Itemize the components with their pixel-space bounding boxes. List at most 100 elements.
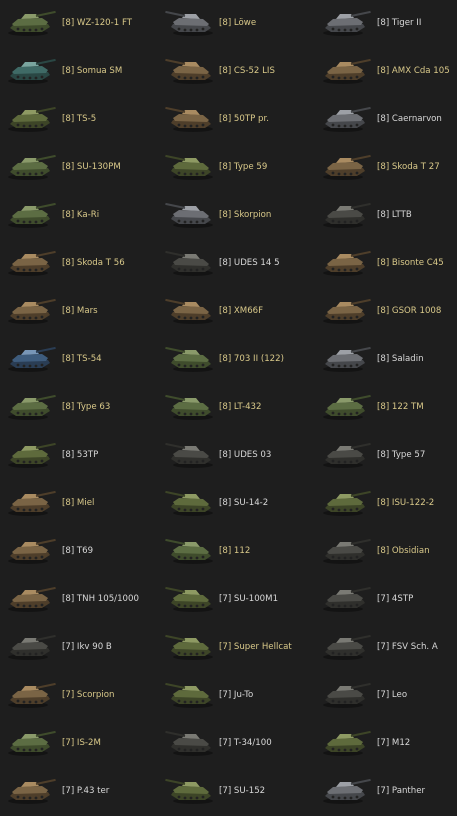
tank-name: [8] GSOR 1008 bbox=[377, 306, 442, 316]
tank-name: [8] WZ-120-1 FT bbox=[62, 18, 132, 28]
tank-entry[interactable]: [8] Type 63 bbox=[6, 384, 158, 432]
tank-name: [8] CS-52 LIS bbox=[219, 66, 275, 76]
tank-row: [8] TS-5 [8] 50TP pr. [8] Caernarvon bbox=[0, 96, 457, 144]
tank-camo-icon bbox=[163, 104, 215, 134]
tank-row: [7] IS-2M [7] T-34/100 [7] M12 bbox=[0, 720, 457, 768]
tank-name: [7] Ju-To bbox=[219, 690, 254, 700]
tank-entry[interactable]: [8] Obsidian bbox=[321, 528, 457, 576]
tank-entry[interactable]: [8] 703 II (122) bbox=[163, 336, 315, 384]
tank-name: [8] Ka-Ri bbox=[62, 210, 100, 220]
tank-entry[interactable]: [7] T-34/100 bbox=[163, 720, 315, 768]
tank-entry[interactable]: [8] Saladin bbox=[321, 336, 457, 384]
tank-row: [8] Ka-Ri [8] Skorpion [8] LTTB bbox=[0, 192, 457, 240]
tank-entry[interactable]: [8] Ka-Ri bbox=[6, 192, 158, 240]
tank-entry[interactable]: [8] GSOR 1008 bbox=[321, 288, 457, 336]
tank-entry[interactable]: [8] 50TP pr. bbox=[163, 96, 315, 144]
tank-olive-icon bbox=[321, 488, 373, 518]
tank-green-icon bbox=[6, 200, 58, 230]
tank-entry[interactable]: [8] T69 bbox=[6, 528, 158, 576]
tank-name: [7] IS-2M bbox=[62, 738, 101, 748]
tank-entry[interactable]: [8] Caernarvon bbox=[321, 96, 457, 144]
tank-dark-icon bbox=[321, 536, 373, 566]
tank-entry[interactable]: [7] 4STP bbox=[321, 576, 457, 624]
tank-row: [8] Somua SM [8] CS-52 LIS [8] AMX Cda 1… bbox=[0, 48, 457, 96]
tank-entry[interactable]: [8] Skoda T 27 bbox=[321, 144, 457, 192]
tank-name: [8] Type 57 bbox=[377, 450, 426, 460]
tank-name: [7] Panther bbox=[377, 786, 426, 796]
tank-entry[interactable]: [7] Scorpion bbox=[6, 672, 158, 720]
tank-name: [8] 703 II (122) bbox=[219, 354, 284, 364]
tank-blue-icon bbox=[6, 344, 58, 374]
tank-row: [8] TNH 105/1000 [7] SU-100M1 [7] 4STP bbox=[0, 576, 457, 624]
tank-camo-icon bbox=[321, 56, 373, 86]
tank-row: [8] 53TP [8] UDES 03 [8] Type 57 bbox=[0, 432, 457, 480]
tank-olive-icon bbox=[163, 776, 215, 806]
tank-entry[interactable]: [7] P.43 ter bbox=[6, 768, 158, 816]
tank-entry[interactable]: [7] Ju-To bbox=[163, 672, 315, 720]
tank-dark-icon bbox=[6, 632, 58, 662]
tank-camo-icon bbox=[321, 152, 373, 182]
tank-entry[interactable]: [8] TNH 105/1000 bbox=[6, 576, 158, 624]
tank-name: [8] LT-432 bbox=[219, 402, 262, 412]
tank-entry[interactable]: [8] Miel bbox=[6, 480, 158, 528]
tank-name: [8] XM66F bbox=[219, 306, 264, 316]
tank-row: [8] T69 [8] 112 [8] Obsidian bbox=[0, 528, 457, 576]
tank-dark-icon bbox=[321, 584, 373, 614]
tank-name: [8] 50TP pr. bbox=[219, 114, 269, 124]
tank-entry[interactable]: [7] FSV Sch. A bbox=[321, 624, 457, 672]
tank-name: [8] UDES 03 bbox=[219, 450, 272, 460]
tank-entry[interactable]: [8] WZ-120-1 FT bbox=[6, 0, 158, 48]
tank-entry[interactable]: [8] SU-14-2 bbox=[163, 480, 315, 528]
tank-entry[interactable]: [8] UDES 03 bbox=[163, 432, 315, 480]
tank-entry[interactable]: [8] 112 bbox=[163, 528, 315, 576]
tank-name: [8] T69 bbox=[62, 546, 94, 556]
tank-name: [7] 4STP bbox=[377, 594, 414, 604]
tank-entry[interactable]: [7] Super Hellcat bbox=[163, 624, 315, 672]
tank-name: [7] P.43 ter bbox=[62, 786, 110, 796]
tank-entry[interactable]: [8] 53TP bbox=[6, 432, 158, 480]
tank-grey-icon bbox=[321, 776, 373, 806]
tank-entry[interactable]: [8] Somua SM bbox=[6, 48, 158, 96]
tank-entry[interactable]: [7] Panther bbox=[321, 768, 457, 816]
tank-entry[interactable]: [7] SU-100M1 bbox=[163, 576, 315, 624]
tank-teal-icon bbox=[6, 56, 58, 86]
tank-entry[interactable]: [8] Mars bbox=[6, 288, 158, 336]
tank-entry[interactable]: [8] LT-432 bbox=[163, 384, 315, 432]
tank-entry[interactable]: [8] XM66F bbox=[163, 288, 315, 336]
tank-entry[interactable]: [8] Tiger II bbox=[321, 0, 457, 48]
tank-entry[interactable]: [7] M12 bbox=[321, 720, 457, 768]
tank-name: [8] Caernarvon bbox=[377, 114, 442, 124]
tank-entry[interactable]: [8] AMX Cda 105 bbox=[321, 48, 457, 96]
tank-entry[interactable]: [8] TS-54 bbox=[6, 336, 158, 384]
tank-entry[interactable]: [8] TS-5 bbox=[6, 96, 158, 144]
tank-entry[interactable]: [8] CS-52 LIS bbox=[163, 48, 315, 96]
tank-entry[interactable]: [8] ISU-122-2 bbox=[321, 480, 457, 528]
tank-entry[interactable]: [7] SU-152 bbox=[163, 768, 315, 816]
tank-name: [7] FSV Sch. A bbox=[377, 642, 438, 652]
tank-camo-icon bbox=[6, 680, 58, 710]
tank-entry[interactable]: [7] Leo bbox=[321, 672, 457, 720]
tank-name: [8] Bisonte C45 bbox=[377, 258, 444, 268]
tank-row: [8] Mars [8] XM66F [8] GSOR 1008 bbox=[0, 288, 457, 336]
tank-name: [8] ISU-122-2 bbox=[377, 498, 435, 508]
tank-entry[interactable]: [8] SU-130PM bbox=[6, 144, 158, 192]
tank-entry[interactable]: [8] Skoda T 56 bbox=[6, 240, 158, 288]
tank-entry[interactable]: [7] IS-2M bbox=[6, 720, 158, 768]
tank-entry[interactable]: [7] Ikv 90 B bbox=[6, 624, 158, 672]
tank-entry[interactable]: [8] 122 TM bbox=[321, 384, 457, 432]
tank-entry[interactable]: [8] Type 57 bbox=[321, 432, 457, 480]
tank-entry[interactable]: [8] Löwe bbox=[163, 0, 315, 48]
tank-entry[interactable]: [8] Type 59 bbox=[163, 144, 315, 192]
tank-entry[interactable]: [8] UDES 14 5 bbox=[163, 240, 315, 288]
tank-name: [7] T-34/100 bbox=[219, 738, 272, 748]
tank-entry[interactable]: [8] Bisonte C45 bbox=[321, 240, 457, 288]
tank-name: [8] Löwe bbox=[219, 18, 257, 28]
tank-row: [8] SU-130PM [8] Type 59 [8] Skoda T 27 bbox=[0, 144, 457, 192]
tank-camo-icon bbox=[6, 536, 58, 566]
tank-entry[interactable]: [8] Skorpion bbox=[163, 192, 315, 240]
tank-name: [8] LTTB bbox=[377, 210, 412, 220]
tank-entry[interactable]: [8] LTTB bbox=[321, 192, 457, 240]
tank-green-icon bbox=[163, 536, 215, 566]
tank-name: [7] SU-152 bbox=[219, 786, 266, 796]
tank-row: [8] Skoda T 56 [8] UDES 14 5 [8] Bisonte… bbox=[0, 240, 457, 288]
